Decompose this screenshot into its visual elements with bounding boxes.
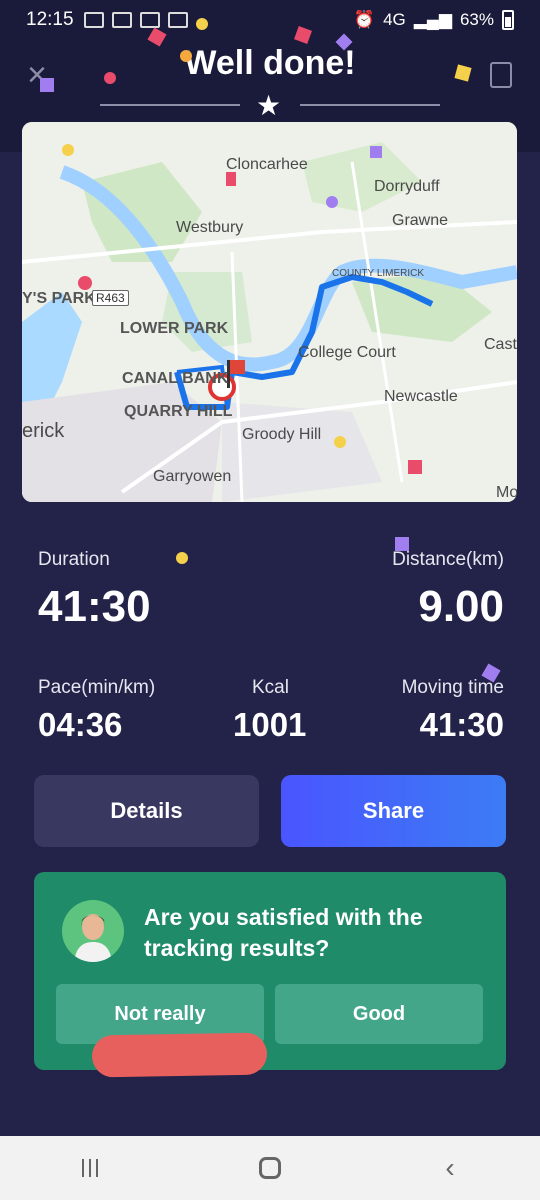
details-button[interactable]: Details (34, 775, 259, 847)
kcal-label: Kcal (252, 677, 289, 698)
title-divider-left (100, 104, 240, 106)
map-label: Groody Hill (242, 426, 322, 443)
map-label: Y'S PARK (22, 290, 96, 307)
map-label: Mo (496, 484, 517, 501)
share-top-icon[interactable] (490, 62, 512, 88)
alarm-icon: ⏰ (353, 10, 376, 29)
map-label: QUARRY HILL (124, 403, 233, 420)
avatar (62, 900, 124, 962)
route-map[interactable]: Cloncarhee Dorryduff Westbury Grawne COU… (22, 122, 517, 502)
map-label: Dorryduff (374, 178, 440, 195)
duration-value: 41:30 (38, 582, 151, 631)
back-button[interactable]: ‹ (420, 1152, 480, 1184)
map-label: Garryowen (153, 468, 232, 485)
map-label: Newcastle (384, 388, 458, 405)
map-canvas (22, 122, 517, 502)
confetti-piece (334, 436, 346, 448)
confetti-piece (180, 50, 192, 62)
network-type: 4G (383, 10, 406, 29)
news-app-icon (83, 12, 104, 28)
duration-label: Duration (38, 549, 110, 570)
map-label: erick (22, 420, 65, 442)
share-button[interactable]: Share (281, 775, 506, 847)
map-label: Cast (484, 336, 517, 353)
good-button[interactable]: Good (275, 984, 483, 1044)
confetti-piece (176, 552, 188, 564)
confetti-piece (326, 196, 338, 208)
pace-label: Pace(min/km) (38, 677, 156, 698)
status-bar: 12:15 ⏰ 4G ▂▄▆ 63% (0, 0, 540, 40)
map-label: Cloncarhee (226, 156, 308, 173)
sim-icon (111, 12, 132, 28)
confetti-piece (62, 144, 74, 156)
confetti-piece (408, 460, 422, 474)
battery-level: 63% (459, 10, 494, 29)
title-divider-right (300, 104, 440, 106)
map-label: COUNTY LIMERICK (332, 268, 425, 279)
road-tag: R463 (92, 290, 129, 306)
map-label: LOWER PARK (120, 320, 229, 337)
system-nav-bar: ‹ (0, 1136, 540, 1200)
feedback-question: Are you satisfied with the tracking resu… (144, 904, 423, 961)
confetti-piece (226, 172, 236, 186)
moving-time-label: Moving time (401, 677, 504, 698)
star-icon: ★ (256, 90, 282, 121)
map-label: Grawne (392, 212, 449, 229)
confetti-piece (196, 18, 208, 30)
map-label: CANAL BANK (122, 370, 229, 387)
recent-apps-button[interactable] (60, 1159, 120, 1177)
map-label: Westbury (176, 219, 244, 236)
confetti-piece (370, 146, 382, 158)
redaction-scribble (91, 1032, 268, 1078)
notification-icons (83, 12, 188, 28)
moving-time-value: 41:30 (419, 706, 504, 743)
battery-icon (502, 10, 514, 30)
gallery-icon (167, 12, 188, 28)
map-label: College Court (298, 344, 396, 361)
signal-icon: ▂▄▆ (413, 10, 452, 29)
home-button[interactable] (240, 1157, 300, 1179)
confetti-piece (78, 276, 92, 290)
kcal-value: 1001 (233, 706, 307, 743)
status-time: 12:15 (26, 9, 74, 30)
pace-value: 04:36 (38, 706, 123, 743)
calendar-icon (139, 12, 160, 28)
confetti-piece (40, 78, 54, 92)
distance-value: 9.00 (418, 582, 504, 631)
confetti-piece (104, 72, 116, 84)
distance-label: Distance(km) (392, 549, 504, 570)
